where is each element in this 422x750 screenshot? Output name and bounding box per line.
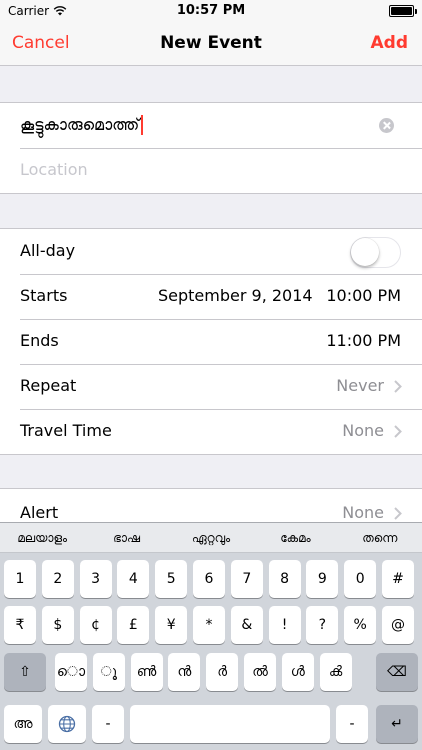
keyboard-key[interactable]: @ <box>382 606 414 644</box>
keyboard-key[interactable]: 3 <box>79 560 112 598</box>
keyboard-key[interactable]: ൿ <box>319 653 352 691</box>
travel-time-row[interactable]: Travel Time None <box>0 409 422 454</box>
keyboard-key[interactable]: ൻ <box>168 653 201 691</box>
keyboard-key[interactable]: % <box>344 606 377 644</box>
suggestion-bar: മലയാളം ഭാഷ ഏറ്റവും കേമം തന്നെ <box>0 523 422 553</box>
repeat-value: Never <box>336 376 384 395</box>
suggestion-item[interactable]: മലയാളം <box>0 523 84 552</box>
keyboard-key[interactable]: ൊ <box>55 653 87 691</box>
globe-icon[interactable] <box>48 705 86 743</box>
allday-label: All-day <box>20 241 76 260</box>
battery-icon <box>389 5 417 17</box>
keyboard-key[interactable]: 7 <box>230 560 263 598</box>
starts-date: September 9, 2014 <box>158 286 313 305</box>
keyboard-key[interactable]: ൾ <box>281 653 314 691</box>
status-time: 10:57 PM <box>176 3 246 18</box>
keyboard-key[interactable]: 9 <box>306 560 339 598</box>
toggle-knob <box>351 238 379 266</box>
event-details-group: All-day Starts September 9, 2014 10:00 P… <box>0 228 422 455</box>
text-cursor <box>141 115 144 135</box>
allday-row: All-day <box>0 229 422 274</box>
add-button[interactable]: Add <box>371 33 409 53</box>
return-key[interactable]: ↵ <box>376 705 418 743</box>
status-bar: Carrier 10:57 PM <box>0 0 422 22</box>
keyboard-key[interactable]: ? <box>306 606 339 644</box>
title-text: കൂട്ടുകാരുമൊത്ത് <box>20 115 140 134</box>
keyboard-key[interactable]: ¥ <box>155 606 188 644</box>
navigation-bar: Cancel New Event Add <box>0 22 422 66</box>
keyboard-key[interactable]: 8 <box>268 560 301 598</box>
keyboard-key[interactable]: ർ <box>206 653 239 691</box>
suggestion-item[interactable]: കേമം <box>253 523 337 552</box>
keyboard-key[interactable]: 6 <box>193 560 225 598</box>
location-row[interactable]: Location <box>0 148 422 193</box>
keyboard-key[interactable]: # <box>382 560 414 598</box>
delete-key[interactable]: ⌫ <box>376 653 418 691</box>
title-input[interactable]: കൂട്ടുകാരുമൊത്ത് <box>20 115 144 135</box>
keyboard-key[interactable]: ! <box>268 606 301 644</box>
keyboard-key[interactable]: * <box>193 606 225 644</box>
chevron-right-icon <box>394 380 402 393</box>
title-location-group: കൂട്ടുകാരുമൊത്ത് Location <box>0 102 422 194</box>
hyphen-key[interactable]: - <box>92 705 124 743</box>
ends-label: Ends <box>20 331 59 350</box>
keyboard-key[interactable]: 4 <box>117 560 150 598</box>
travel-time-label: Travel Time <box>20 421 112 440</box>
ends-time: 11:00 PM <box>326 331 401 350</box>
hyphen-key[interactable]: - <box>336 705 368 743</box>
chevron-right-icon <box>394 425 402 438</box>
keyboard-key[interactable]: 2 <box>41 560 74 598</box>
keyboard-key[interactable]: ¢ <box>79 606 112 644</box>
repeat-label: Repeat <box>20 376 77 395</box>
keyboard-key[interactable]: 0 <box>344 560 377 598</box>
alert-value: None <box>342 503 384 522</box>
language-key[interactable]: അ <box>4 705 42 743</box>
starts-row[interactable]: Starts September 9, 2014 10:00 PM <box>0 274 422 319</box>
suggestion-item[interactable]: ഏറ്റവും <box>169 523 253 552</box>
repeat-row[interactable]: Repeat Never <box>0 364 422 409</box>
keyboard-key[interactable]: 1 <box>4 560 36 598</box>
starts-time: 10:00 PM <box>326 286 401 305</box>
keyboard-key[interactable]: $ <box>41 606 74 644</box>
keyboard-key[interactable]: ൽ <box>244 653 276 691</box>
keyboard: മലയാളം ഭാഷ ഏറ്റവും കേമം തന്നെ 1 2 3 4 5 6 7 8 9 0 # ₹ $ ¢… <box>0 522 422 750</box>
keyboard-key[interactable]: & <box>230 606 263 644</box>
keyboard-key[interactable]: ₹ <box>4 606 36 644</box>
keyboard-key[interactable]: 5 <box>155 560 188 598</box>
keyboard-key[interactable]: £ <box>117 606 150 644</box>
travel-time-value: None <box>342 421 384 440</box>
suggestion-item[interactable]: ഭാഷ <box>84 523 168 552</box>
battery-level <box>391 7 412 15</box>
cancel-button[interactable]: Cancel <box>12 33 70 53</box>
chevron-right-icon <box>394 507 402 520</box>
shift-key[interactable]: ⇧ <box>4 653 46 691</box>
clear-text-icon[interactable] <box>379 118 394 133</box>
allday-toggle[interactable] <box>350 237 401 268</box>
starts-label: Starts <box>20 286 68 305</box>
alert-label: Alert <box>20 503 59 522</box>
ends-row[interactable]: Ends 11:00 PM <box>0 319 422 364</box>
space-key[interactable] <box>130 705 330 743</box>
location-input[interactable]: Location <box>20 160 88 179</box>
keyboard-key[interactable]: ൂ <box>92 653 125 691</box>
suggestion-item[interactable]: തന്നെ <box>338 523 422 552</box>
title-row[interactable]: കൂട്ടുകാരുമൊത്ത് <box>0 103 422 148</box>
keyboard-key[interactable]: ൺ <box>130 653 163 691</box>
